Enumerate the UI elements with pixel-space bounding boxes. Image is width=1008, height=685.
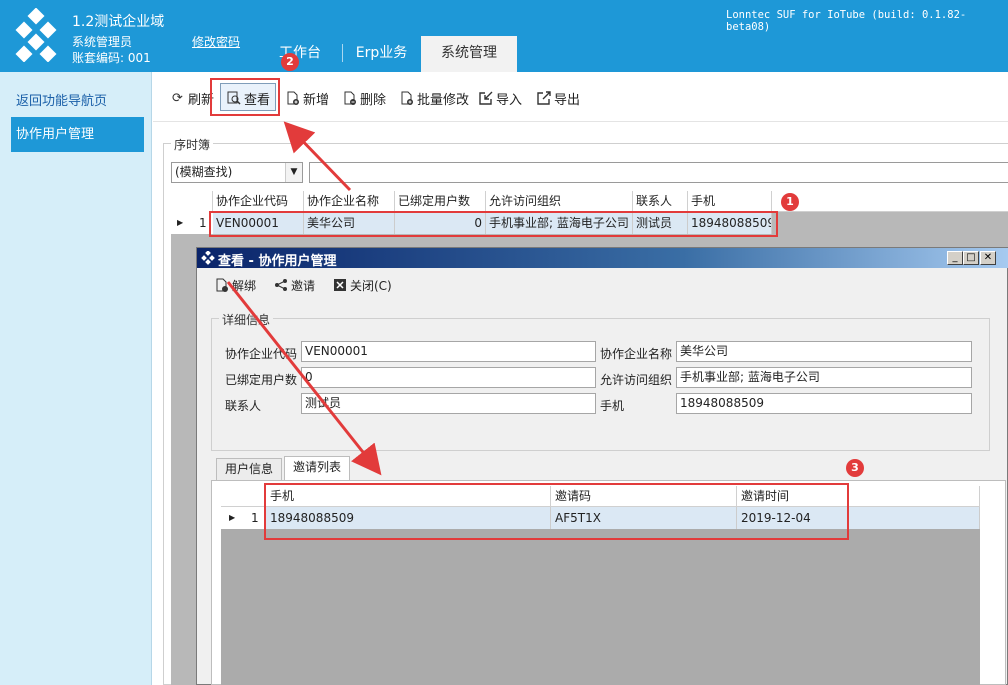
arrow-to-invite-tab [226,281,382,476]
arrow-to-view-button [283,121,352,192]
annotation-arrows [226,121,382,476]
